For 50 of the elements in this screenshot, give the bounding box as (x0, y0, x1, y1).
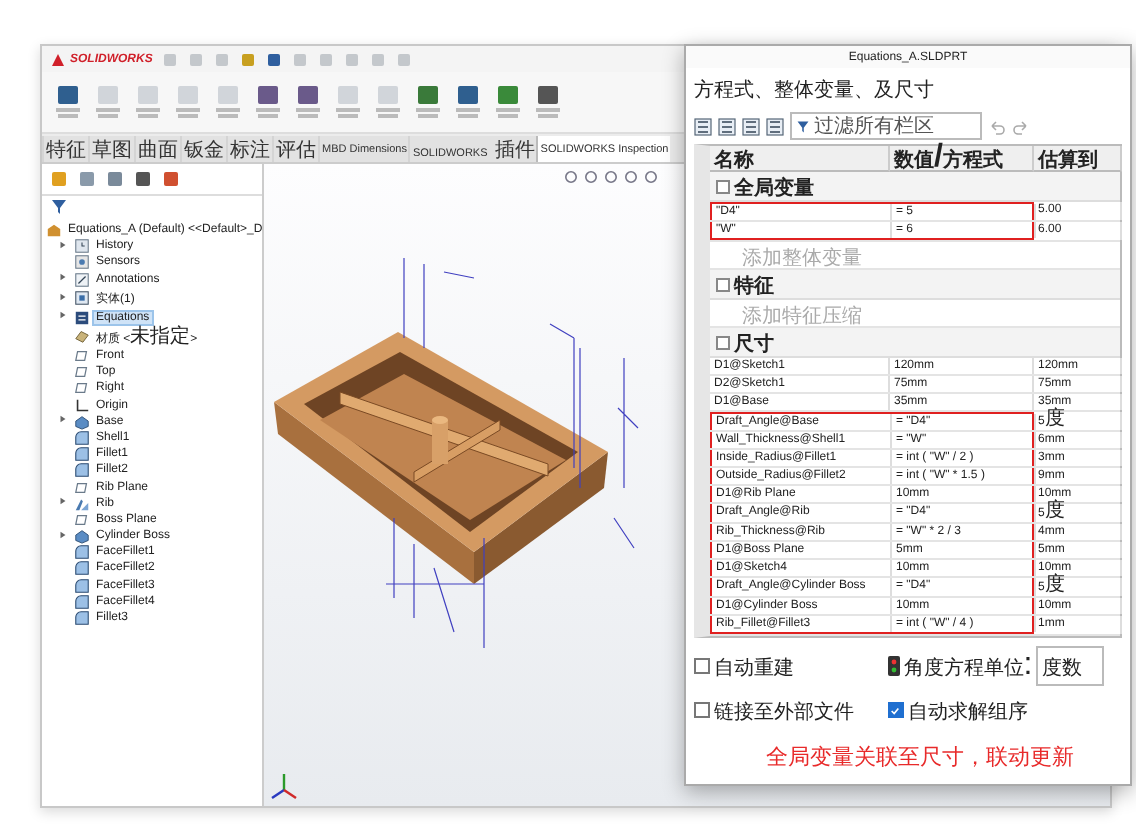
annotation-text: 全局变量关联至尺寸，联动更新 (766, 742, 1074, 772)
filter-icon[interactable] (50, 198, 68, 216)
ribbon-tab[interactable]: 特征 (42, 136, 88, 162)
rib-icon (74, 495, 90, 512)
body-icon (74, 290, 90, 307)
extrude-icon (74, 528, 90, 545)
dialog-subtitle: 方程式、整体变量、及尺寸 (694, 77, 934, 104)
collapse-icon[interactable] (716, 335, 730, 349)
expand-icon[interactable] (58, 529, 68, 540)
expand-icon[interactable] (58, 310, 68, 321)
expand-icon[interactable] (58, 239, 68, 250)
expand-icon[interactable] (58, 496, 68, 507)
collapse-icon[interactable] (716, 277, 730, 291)
ribbon-tab[interactable]: 评估 (272, 136, 318, 162)
origin-icon (74, 397, 90, 414)
ribbon-tab[interactable]: 曲面 (134, 136, 180, 162)
filter-field[interactable]: 过滤所有栏区 (790, 112, 982, 140)
column-header[interactable]: 数值/方程式 (890, 146, 1034, 172)
logo-icon (50, 51, 66, 67)
traffic-light-icon[interactable] (887, 656, 900, 676)
checkbox[interactable] (887, 702, 904, 718)
checkbox[interactable] (694, 702, 710, 718)
material-icon (74, 328, 90, 345)
checkbox-label: 自动求解组序 (907, 699, 1028, 728)
section-title: 尺寸 (734, 331, 774, 359)
axis-triad-icon (268, 770, 300, 802)
column-header[interactable]: 名称 (710, 146, 890, 172)
column-header[interactable]: 估算到 (1034, 146, 1122, 172)
extrude-icon (74, 413, 90, 430)
equation-icon (74, 309, 90, 326)
checkbox[interactable] (694, 658, 710, 674)
collapse-icon[interactable] (716, 179, 730, 193)
part-icon (46, 222, 62, 239)
section-row[interactable]: 尺寸 (710, 328, 1120, 358)
section-title: 全局变量 (734, 174, 814, 204)
ribbon-tab[interactable]: 草图 (88, 136, 134, 162)
section-row[interactable]: 特征 (710, 270, 1120, 300)
annotation-icon (74, 271, 90, 288)
section-row[interactable]: 全局变量 (710, 172, 1120, 202)
sensor-icon (74, 254, 90, 271)
expand-icon[interactable] (58, 414, 68, 425)
ribbon-tab[interactable]: 钣金 (180, 136, 226, 162)
history-icon (74, 238, 90, 255)
angle-unit-dropdown[interactable]: 度数 (1036, 646, 1105, 686)
ribbon-tab[interactable]: 标注 (226, 136, 272, 162)
expand-icon[interactable] (58, 291, 68, 302)
checkbox-label: 链接至外部文件 (714, 699, 854, 728)
angle-unit-label: 角度方程单位: (903, 648, 1033, 684)
checkbox-label: 自动重建 (714, 655, 794, 684)
expand-icon[interactable] (58, 272, 68, 283)
